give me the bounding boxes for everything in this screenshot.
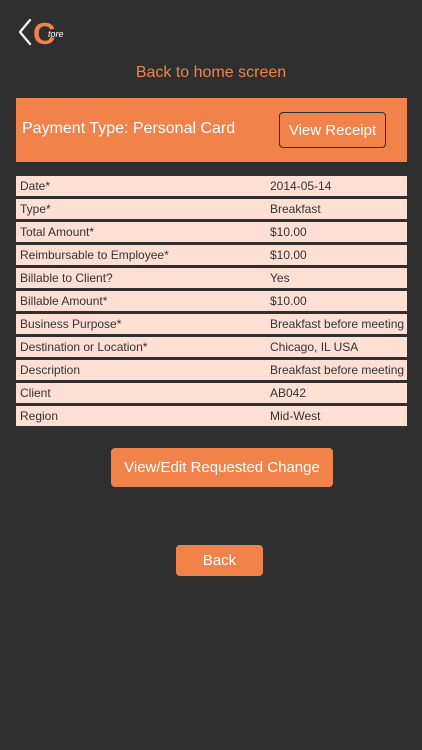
detail-label: Type* <box>20 202 51 216</box>
back-to-home-link[interactable]: Back to home screen <box>0 64 422 82</box>
detail-value: AB042 <box>270 386 307 400</box>
detail-label: Destination or Location* <box>20 340 148 354</box>
detail-label: Client <box>20 386 51 400</box>
detail-label: Region <box>20 409 59 423</box>
detail-row-reimbursable: Reimbursable to Employee* $10.00 <box>16 245 407 265</box>
logo-text: tore <box>48 29 64 39</box>
detail-value: $10.00 <box>270 294 307 308</box>
detail-label: Billable to Client? <box>20 271 113 285</box>
detail-value: Mid-West <box>270 409 321 423</box>
detail-value: Chicago, IL USA <box>270 340 359 354</box>
detail-value: $10.00 <box>270 225 307 239</box>
detail-row-billable-amount: Billable Amount* $10.00 <box>16 291 407 311</box>
view-edit-requested-change-button[interactable]: View/Edit Requested Change <box>111 448 333 487</box>
detail-row-date: Date* 2014-05-14 <box>16 176 407 196</box>
payment-type-banner: Payment Type: Personal Card View Receipt <box>16 98 407 162</box>
detail-value: $10.00 <box>270 248 307 262</box>
detail-value: Breakfast <box>270 202 321 216</box>
detail-value: 2014-05-14 <box>270 179 332 193</box>
view-receipt-button[interactable]: View Receipt <box>279 112 386 148</box>
payment-type-title: Payment Type: Personal Card <box>22 120 236 137</box>
detail-label: Date* <box>20 179 51 193</box>
detail-label: Description <box>20 363 81 377</box>
detail-row-description: Description Breakfast before meeting <box>16 360 407 380</box>
detail-label: Business Purpose* <box>20 317 122 331</box>
detail-row-business-purpose: Business Purpose* Breakfast before meeti… <box>16 314 407 334</box>
detail-row-destination: Destination or Location* Chicago, IL USA <box>16 337 407 357</box>
detail-row-billable-to-client: Billable to Client? Yes <box>16 268 407 288</box>
detail-value: Breakfast before meeting <box>270 317 405 331</box>
expense-details-list: Date* 2014-05-14 Type* Breakfast Total A… <box>16 176 407 429</box>
detail-label: Total Amount* <box>20 225 95 239</box>
detail-label: Billable Amount* <box>20 294 108 308</box>
detail-row-type: Type* Breakfast <box>16 199 407 219</box>
detail-label: Reimbursable to Employee* <box>20 248 169 262</box>
back-button[interactable]: Back <box>176 545 263 576</box>
detail-row-client: Client AB042 <box>16 383 407 403</box>
detail-value: Yes <box>270 271 290 285</box>
detail-value: Breakfast before meeting <box>270 363 405 377</box>
app-logo[interactable]: C tore <box>18 16 70 50</box>
back-chevron-icon <box>18 18 32 46</box>
detail-row-region: Region Mid-West <box>16 406 407 426</box>
detail-row-total-amount: Total Amount* $10.00 <box>16 222 407 242</box>
